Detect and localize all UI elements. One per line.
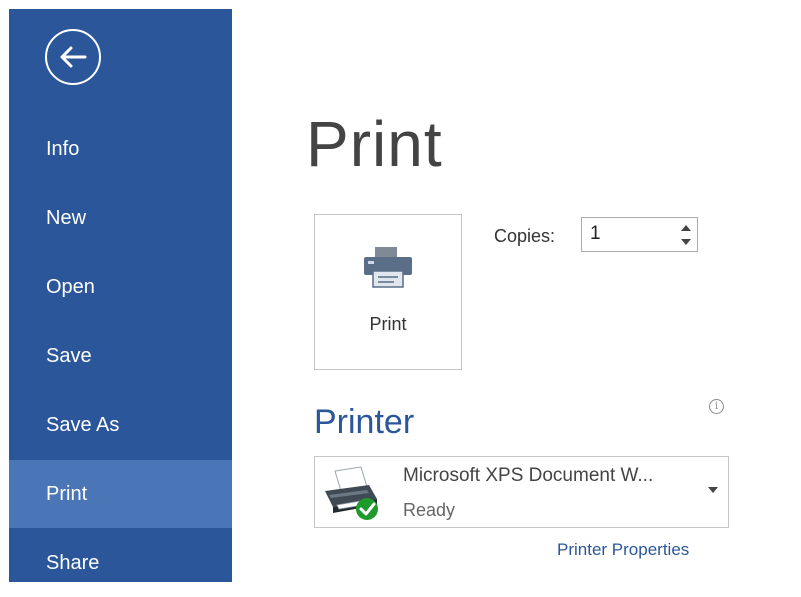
printer-status: Ready xyxy=(403,500,456,520)
copies-stepper xyxy=(581,217,698,252)
copies-decrement-button[interactable] xyxy=(679,235,693,248)
copies-label: Copies: xyxy=(494,226,556,246)
printer-ready-icon xyxy=(325,466,378,520)
back-arrow-icon xyxy=(60,46,87,68)
sidebar-item-label: Save xyxy=(46,345,92,367)
print-button[interactable]: Print xyxy=(314,214,462,370)
sidebar-item-label: New xyxy=(46,207,87,229)
chevron-down-icon xyxy=(708,487,718,493)
sidebar-item-info[interactable]: Info xyxy=(9,115,232,183)
sidebar-item-share[interactable]: Share xyxy=(9,529,232,597)
printer-dropdown[interactable]: Microsoft XPS Document W... Ready xyxy=(314,456,729,528)
copies-input[interactable] xyxy=(590,222,665,246)
printer-name: Microsoft XPS Document W... xyxy=(403,465,654,486)
print-button-label: Print xyxy=(369,314,407,334)
copies-increment-button[interactable] xyxy=(679,221,693,234)
sidebar-item-open[interactable]: Open xyxy=(9,253,232,321)
backstage-sidebar: Info New Open Save Save As Print Share xyxy=(9,9,232,582)
sidebar-item-label: Info xyxy=(46,138,80,160)
printer-icon xyxy=(364,247,412,288)
page-title: Print xyxy=(306,108,443,180)
printer-properties-link[interactable]: Printer Properties xyxy=(557,540,689,560)
chevron-down-icon xyxy=(681,238,691,245)
sidebar-item-label: Print xyxy=(46,483,88,505)
sidebar-item-save-as[interactable]: Save As xyxy=(9,391,232,459)
back-button[interactable] xyxy=(45,29,101,85)
sidebar-item-label: Share xyxy=(46,552,100,574)
sidebar-item-label: Open xyxy=(46,276,95,298)
chevron-up-icon xyxy=(681,224,691,231)
sidebar-item-print[interactable]: Print xyxy=(9,460,232,528)
info-icon[interactable]: i xyxy=(709,399,724,414)
sidebar-item-new[interactable]: New xyxy=(9,184,232,252)
sidebar-item-label: Save As xyxy=(46,414,120,436)
sidebar-item-save[interactable]: Save xyxy=(9,322,232,390)
printer-section-heading: Printer xyxy=(314,403,415,441)
